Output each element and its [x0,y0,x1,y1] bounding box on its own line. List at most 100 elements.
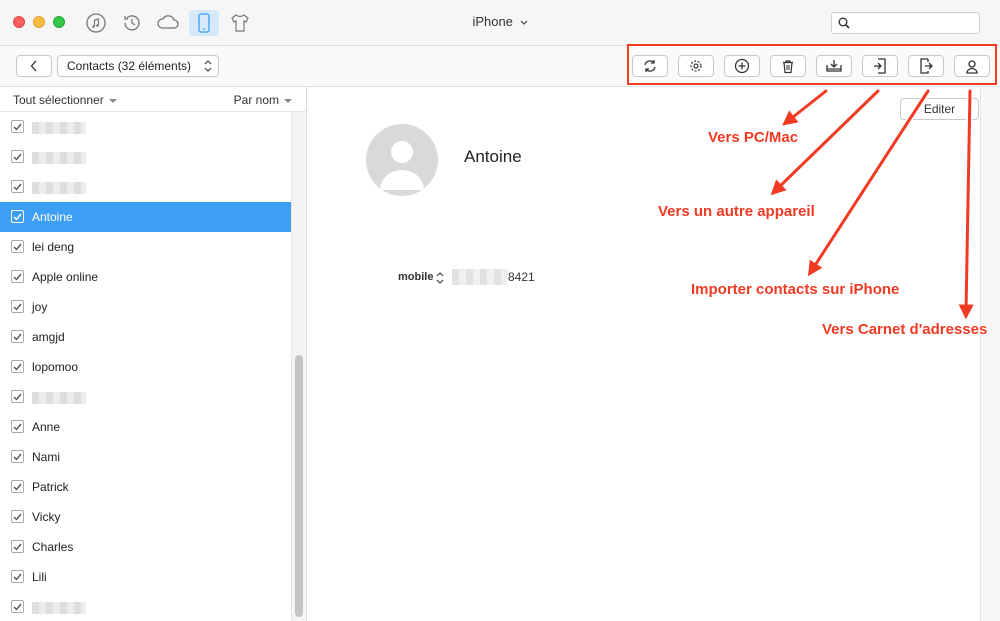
contact-checkbox[interactable] [11,390,24,403]
contact-list-item[interactable]: Patrick [0,472,291,502]
category-select[interactable]: Contacts (32 éléments) [57,55,219,77]
contact-checkbox[interactable] [11,270,24,283]
caret-down-icon [108,98,117,103]
phone-number-suffix: 8421 [508,270,535,284]
contact-checkbox[interactable] [11,540,24,553]
sidebar-scrollbar[interactable] [291,112,306,621]
contact-checkbox[interactable] [11,300,24,313]
checkmark-icon [13,483,22,491]
checkmark-icon [13,183,22,191]
contact-list-item[interactable] [0,592,291,621]
contact-list-item[interactable]: amgjd [0,322,291,352]
detail-scrollbar[interactable] [980,87,1000,621]
contact-name-label: joy [32,300,48,314]
redacted-name [32,392,86,404]
contact-checkbox[interactable] [11,600,24,613]
checkmark-icon [13,543,22,551]
contact-name-label: Lili [32,570,47,584]
contact-checkbox[interactable] [11,510,24,523]
contact-name-label: Patrick [32,480,69,494]
contact-name-label: lopomoo [32,360,79,374]
contact-list-item[interactable] [0,382,291,412]
contact-checkbox[interactable] [11,120,24,133]
contact-checkbox[interactable] [11,450,24,463]
person-silhouette-icon [380,141,424,190]
checkmark-icon [13,273,22,281]
minimize-window-button[interactable] [33,16,45,28]
app-window: iPhone Contacts (32 éléments) Tout sélec… [0,0,1000,621]
history-icon[interactable] [119,10,145,36]
annotation-to-pc: Vers PC/Mac [708,129,799,146]
checkmark-icon [13,303,22,311]
contact-checkbox[interactable] [11,330,24,343]
contact-list-item[interactable]: lei deng [0,232,291,262]
redacted-name [32,602,86,614]
device-selector[interactable]: iPhone [472,14,528,29]
contact-checkbox[interactable] [11,180,24,193]
checkmark-icon [13,213,22,221]
contact-name-label: Charles [32,540,74,554]
checkmark-icon [13,603,22,611]
contact-name-label: Apple online [32,270,99,284]
tshirt-icon[interactable] [227,10,253,36]
checkmark-icon [13,573,22,581]
search-input[interactable] [831,12,980,34]
device-name: iPhone [472,14,513,29]
phone-icon[interactable] [189,10,219,36]
contact-list-item[interactable]: Apple online [0,262,291,292]
music-icon[interactable] [83,10,109,36]
contact-name-label: amgjd [32,330,65,344]
contact-name-label: lei deng [32,240,75,254]
contact-name-label: Antoine [32,210,73,224]
contact-name: Antoine [464,147,522,166]
contact-list-item[interactable]: joy [0,292,291,322]
contact-checkbox[interactable] [11,420,24,433]
contact-name-label: Vicky [32,510,61,524]
sidebar-header: Tout sélectionner Par nom [0,87,306,112]
checkmark-icon [13,513,22,521]
sidebar-scroll-thumb[interactable] [295,355,303,617]
contact-name-label: Anne [32,420,61,434]
contact-list-item[interactable] [0,142,291,172]
contact-list-item[interactable] [0,112,291,142]
contact-checkbox[interactable] [11,210,24,223]
zoom-window-button[interactable] [53,16,65,28]
cloud-icon[interactable] [155,10,181,36]
annotation-to-device: Vers un autre appareil [658,203,815,220]
updown-arrows-icon[interactable] [436,271,444,285]
contact-list-item[interactable]: lopomoo [0,352,291,382]
contact-checkbox[interactable] [11,480,24,493]
title-bar: iPhone [0,0,1000,46]
contact-list-item[interactable]: Vicky [0,502,291,532]
contact-list-item[interactable]: Nami [0,442,291,472]
contact-checkbox[interactable] [11,240,24,253]
caret-down-icon [284,98,292,103]
contact-list-item[interactable] [0,172,291,202]
back-button[interactable] [16,55,52,77]
select-all-button[interactable]: Tout sélectionner [13,93,117,107]
checkmark-icon [13,243,22,251]
contact-list-item[interactable]: Lili [0,562,291,592]
sort-button[interactable]: Par nom [234,93,292,107]
checkmark-icon [13,333,22,341]
annotation-to-address-book: Vers Carnet d'adresses [822,321,988,338]
phone-type-label[interactable]: mobile [398,271,433,283]
phone-number-redacted [452,269,508,285]
select-all-label: Tout sélectionner [13,93,104,107]
contact-list-item[interactable]: Charles [0,532,291,562]
chevron-left-icon [30,60,37,72]
edit-button[interactable]: Editer [900,98,979,120]
contact-checkbox[interactable] [11,570,24,583]
contact-checkbox[interactable] [11,360,24,373]
close-window-button[interactable] [13,16,25,28]
checkmark-icon [13,393,22,401]
checkmark-icon [13,153,22,161]
redacted-name [32,122,86,134]
sort-label: Par nom [233,93,279,107]
contact-list-item[interactable]: Anne [0,412,291,442]
annotation-highlight-box [627,44,997,85]
contact-checkbox[interactable] [11,150,24,163]
contact-list-item[interactable]: Antoine [0,202,291,232]
avatar [366,124,438,196]
category-select-label: Contacts (32 éléments) [67,59,192,73]
